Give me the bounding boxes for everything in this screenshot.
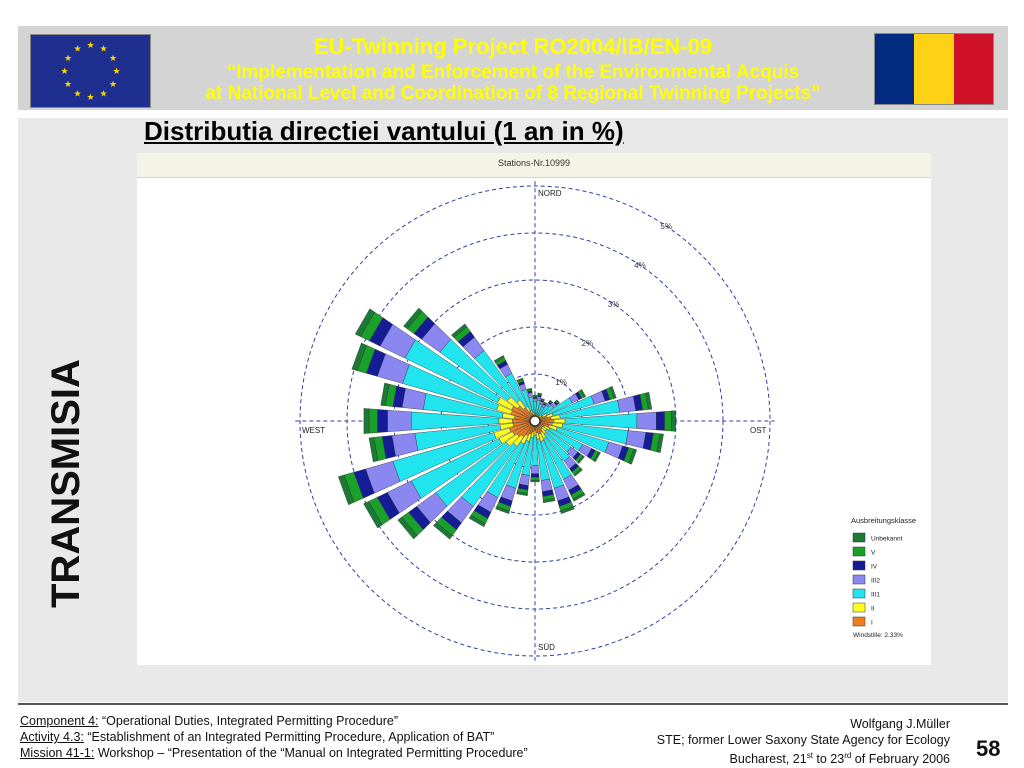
legend-swatch [852, 616, 866, 627]
legend-swatch [852, 546, 866, 557]
legend-label: III2 [871, 578, 880, 585]
sector-segment-II [498, 418, 513, 424]
center-calm-circle [529, 415, 541, 427]
footer-dates-mid: to 23 [812, 752, 845, 767]
sector-segment-V [664, 410, 672, 432]
legend-label: II [871, 606, 875, 613]
sector-segment-III2 [533, 398, 537, 403]
vertical-label: TRANSMISIA [44, 359, 88, 608]
wind-rose-svg: 1% 2% 3% 4% 5% NORD OST SÜD WEST Ausbreitungsklas… [295, 181, 916, 661]
sector-segment-Unbekannt [671, 410, 676, 432]
sector-segment-II [553, 418, 566, 424]
legend-label: IV [871, 564, 878, 571]
project-subtitle-line1: “Implementation and Enforcement of the E… [226, 62, 800, 83]
sector-segment-IV [656, 411, 665, 431]
sector-segment-Unbekannt [363, 408, 370, 434]
legend-label: I [871, 620, 873, 627]
footer-mission-line: Mission 41-1: Workshop – “Presentation o… [20, 745, 528, 761]
footer-affiliation: STE; former Lower Saxony State Agency fo… [656, 733, 950, 747]
ring-label: 1% [555, 378, 567, 387]
legend-swatch [852, 588, 866, 599]
page-number: 58 [976, 736, 1001, 761]
sector-segment-III2 [518, 473, 530, 486]
slide-title: Distributia directiei vantului (1 an in … [144, 116, 624, 146]
sector-segment-III2 [617, 395, 637, 413]
ring-label: 5% [660, 222, 672, 231]
legend-title: Ausbreitungsklasse [851, 516, 916, 525]
footer-component-text: “Operational Duties, Integrated Permitti… [98, 714, 398, 728]
sector-segment-III2 [625, 430, 647, 449]
legend-label: III1 [871, 592, 880, 599]
sector-segment-III2 [636, 411, 657, 431]
romania-flag-icon [874, 33, 994, 105]
legend-swatch [852, 574, 866, 585]
footer-component-line: Component 4: “Operational Duties, Integr… [20, 713, 528, 729]
footer-activity-label: Activity 4.3: [20, 730, 84, 744]
legend-label: Unbekannt [871, 536, 903, 543]
ring-label: 4% [634, 261, 646, 270]
direction-east-label: OST [750, 426, 767, 435]
legend-calm-text: Windstille: 2.33% [853, 632, 903, 639]
sector-segment-III2 [401, 387, 427, 410]
project-title: EU-Twinning Project RO2004/IB/EN-09 [313, 34, 713, 59]
sector-segment-III2 [540, 478, 553, 492]
sector-segment-II [533, 430, 537, 436]
footer-mission-text: Workshop – “Presentation of the “Manual … [94, 746, 528, 760]
footer-left: Component 4: “Operational Duties, Integr… [20, 713, 528, 761]
footer-mission-label: Mission 41-1: [20, 746, 95, 760]
sector-segment-III2 [387, 409, 412, 433]
sector-segment-III2 [391, 432, 419, 457]
footer-activity-line: Activity 4.3: “Establishment of an Integ… [20, 729, 528, 745]
direction-south-label: SÜD [538, 643, 555, 652]
sector-segment-V [368, 408, 378, 434]
direction-west-label: WEST [302, 426, 325, 435]
footer-author: Wolfgang J.Müller [850, 717, 950, 731]
footer-activity-text: “Establishment of an Integrated Permitti… [83, 730, 495, 744]
project-subtitle-line2: at National Level and Coordination of 8 … [205, 83, 821, 104]
ring-label: 2% [582, 339, 594, 348]
footer-right: Wolfgang J.Müller STE; former Lower Saxo… [657, 716, 950, 767]
legend-swatch [852, 560, 866, 571]
legend-swatch [852, 602, 866, 613]
sector-segment-IV [377, 409, 388, 433]
footer-dates-prefix: Bucharest, 21 [729, 752, 807, 767]
sector-segment-III2 [530, 465, 540, 474]
wind-rose-chart: Stations-Nr.10999 1% 2% 3% 4% 5% NORD OST SÜD WE… [137, 153, 931, 665]
legend-label: V [871, 550, 876, 557]
direction-north-label: NORD [538, 189, 562, 198]
footer-component-label: Component 4: [20, 714, 99, 728]
sector-segment-IV [530, 473, 540, 478]
ring-label: 3% [608, 300, 620, 309]
footer-dates-suffix: of February 2006 [851, 752, 950, 767]
slide-header: ★ ★ ★ ★ ★ ★ ★ ★ ★ ★ ★ ★ EU-Twinning Project RO2004/… [18, 26, 1008, 110]
footer-dates: Bucharest, 21st to 23rd of February 2006 [657, 748, 950, 767]
sector-segment-IV [532, 396, 538, 399]
legend-swatch [852, 532, 866, 543]
sector-segment-V [530, 477, 540, 481]
sector-segment-Unbekannt [530, 480, 540, 483]
footer-divider [18, 703, 1008, 705]
sector-segment-Unbekannt [532, 394, 538, 397]
